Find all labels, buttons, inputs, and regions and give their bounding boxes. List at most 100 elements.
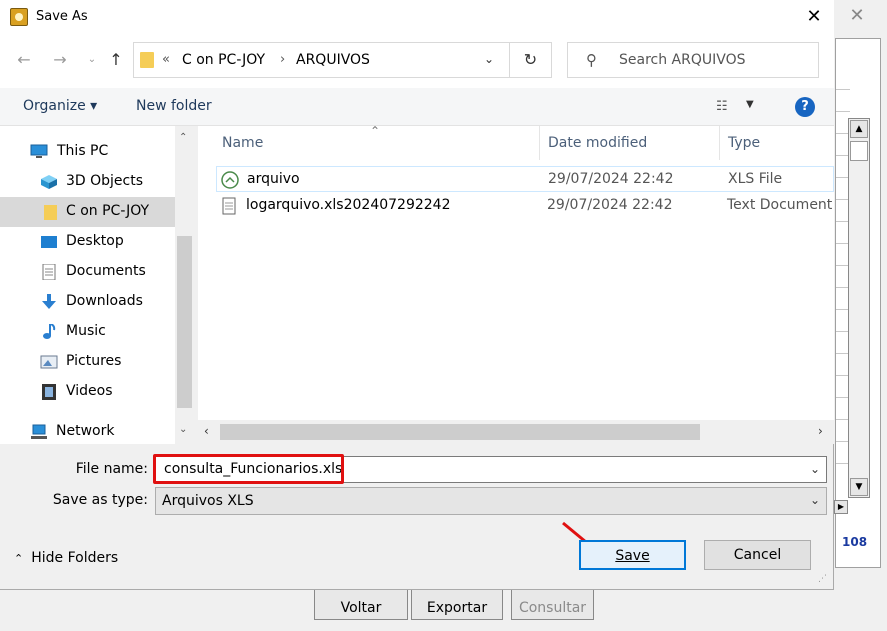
- scroll-down-icon[interactable]: ▼: [850, 478, 868, 496]
- scroll-down-chevron-icon[interactable]: ⌄: [179, 424, 187, 435]
- pictures-icon: [40, 355, 58, 369]
- file-name-highlight-box: [153, 454, 344, 484]
- nav-scroll-thumb[interactable]: [177, 236, 192, 408]
- nav-item-desktop[interactable]: Desktop: [0, 227, 175, 257]
- file-name: logarquivo.xls202407292242: [246, 197, 451, 213]
- nav-label: Desktop: [66, 233, 124, 249]
- address-chevron-down-icon[interactable]: ⌄: [484, 52, 494, 66]
- view-chevron-down-icon[interactable]: ▼: [746, 99, 754, 110]
- exportar-label: Exportar: [426, 600, 488, 616]
- organize-menu[interactable]: Organize ▾: [23, 98, 97, 114]
- scroll-right-chevron-icon[interactable]: ›: [818, 424, 823, 438]
- cube-icon: [41, 175, 57, 189]
- scroll-left-chevron-icon[interactable]: ‹: [204, 424, 209, 438]
- nav-item-network[interactable]: Network: [0, 417, 175, 447]
- column-label: Name: [222, 135, 264, 151]
- nav-item-pictures[interactable]: Pictures: [0, 347, 175, 377]
- view-options-icon[interactable]: ☷: [716, 99, 728, 114]
- nav-item-c-on-pc-joy[interactable]: C on PC-JOY: [0, 197, 175, 227]
- save-as-type-value: Arquivos XLS: [162, 493, 254, 509]
- breadcrumb-c-on-pc-joy[interactable]: C on PC-JOY: [182, 52, 265, 68]
- folder-icon: [140, 52, 154, 68]
- app-icon: [10, 8, 28, 26]
- recent-chevron-down-icon[interactable]: ⌄: [82, 50, 102, 70]
- column-header-name[interactable]: Name: [214, 126, 540, 160]
- cancel-label: Cancel: [733, 547, 782, 563]
- up-icon[interactable]: ↑: [106, 50, 126, 70]
- column-header-date[interactable]: Date modified: [540, 126, 720, 160]
- breadcrumb-arquivos[interactable]: ARQUIVOS: [296, 52, 370, 68]
- nav-label: Pictures: [66, 353, 122, 369]
- desktop-icon: [41, 236, 57, 248]
- navigation-pane: This PC 3D Objects C on PC-JOY Desktop D…: [0, 126, 195, 444]
- type-chevron-down-icon[interactable]: ⌄: [810, 493, 820, 507]
- nav-label: 3D Objects: [66, 173, 144, 189]
- voltar-button[interactable]: ⮌ Voltar: [314, 577, 408, 620]
- forward-icon[interactable]: →: [50, 50, 70, 70]
- row-count: 108: [842, 535, 868, 549]
- bg-vertical-scrollbar[interactable]: ▲ ▼: [848, 118, 870, 498]
- scroll-thumb[interactable]: [850, 141, 868, 161]
- resize-grip-icon[interactable]: ⋰: [818, 574, 827, 584]
- search-box[interactable]: ⚲ Search ARQUIVOS: [567, 42, 819, 78]
- documents-icon: [42, 264, 56, 280]
- scroll-up-chevron-icon[interactable]: ⌃: [179, 132, 187, 143]
- scroll-up-icon[interactable]: ▲: [850, 120, 868, 138]
- nav-item-music[interactable]: Music: [0, 317, 175, 347]
- save-as-type-label: Save as type:: [52, 492, 148, 508]
- hide-folders-toggle[interactable]: ⌃ Hide Folders: [14, 550, 118, 566]
- back-icon[interactable]: ←: [14, 50, 34, 70]
- nav-label: Documents: [66, 263, 146, 279]
- column-header-type[interactable]: Type: [720, 126, 834, 160]
- network-icon: [31, 424, 47, 439]
- column-label: Type: [728, 135, 761, 151]
- nav-label: Network: [56, 423, 115, 439]
- scroll-right-icon[interactable]: ▶: [834, 500, 848, 514]
- close-icon[interactable]: ✕: [800, 4, 828, 30]
- file-name: arquivo: [247, 171, 300, 187]
- consultar-button[interactable]: ✔ Consultar: [511, 577, 594, 620]
- dialog-title: Save As: [36, 9, 88, 24]
- breadcrumb-overflow[interactable]: «: [162, 52, 170, 67]
- exportar-button[interactable]: ❖ Exportar: [411, 577, 503, 620]
- search-placeholder: Search ARQUIVOS: [619, 52, 746, 68]
- nav-label: Videos: [66, 383, 113, 399]
- nav-item-videos[interactable]: Videos: [0, 377, 175, 407]
- command-toolbar: Organize ▾ New folder ☷ ▼ ?: [0, 88, 834, 126]
- save-label: Save: [615, 548, 650, 564]
- computer-icon: [30, 144, 48, 158]
- download-arrow-icon: [42, 294, 56, 309]
- cancel-button[interactable]: Cancel: [704, 540, 811, 570]
- help-icon[interactable]: ?: [795, 97, 815, 117]
- save-button[interactable]: Save: [579, 540, 686, 570]
- file-row[interactable]: logarquivo.xls202407292242 29/07/2024 22…: [216, 193, 834, 219]
- nav-label: C on PC-JOY: [66, 203, 150, 219]
- hide-folders-label: Hide Folders: [31, 550, 119, 566]
- nav-item-downloads[interactable]: Downloads: [0, 287, 175, 317]
- nav-item-this-pc[interactable]: This PC: [0, 137, 175, 167]
- breadcrumb-separator-icon[interactable]: ›: [280, 52, 285, 67]
- nav-label: This PC: [57, 143, 109, 159]
- file-list-horizontal-scrollbar[interactable]: ‹ ›: [198, 420, 834, 444]
- file-type: XLS File: [728, 171, 783, 187]
- voltar-label: Voltar: [340, 600, 382, 616]
- file-row[interactable]: arquivo 29/07/2024 22:42 XLS File: [216, 166, 834, 192]
- file-type: Text Document: [727, 197, 833, 213]
- nav-pane-scrollbar[interactable]: ⌃ ⌄: [175, 126, 195, 444]
- text-file-icon: [222, 197, 236, 215]
- film-icon: [42, 384, 56, 400]
- file-name-chevron-down-icon[interactable]: ⌄: [810, 462, 820, 476]
- save-as-type-select[interactable]: Arquivos XLS ⌄: [155, 487, 827, 515]
- folder-icon: [44, 205, 57, 220]
- file-list: ⌃ Name Date modified Type arquivo 29/07/…: [198, 124, 834, 444]
- refresh-icon[interactable]: ↻: [510, 42, 552, 78]
- new-folder-button[interactable]: New folder: [136, 98, 212, 114]
- nav-item-documents[interactable]: Documents: [0, 257, 175, 287]
- search-icon: ⚲: [586, 51, 597, 69]
- nav-item-3d-objects[interactable]: 3D Objects: [0, 167, 175, 197]
- hscroll-thumb[interactable]: [220, 424, 700, 440]
- music-note-icon: [43, 324, 56, 339]
- file-name-label: File name:: [75, 461, 148, 477]
- address-bar[interactable]: « C on PC-JOY › ARQUIVOS ⌄: [133, 42, 510, 78]
- bg-close-icon[interactable]: ✕: [847, 6, 867, 26]
